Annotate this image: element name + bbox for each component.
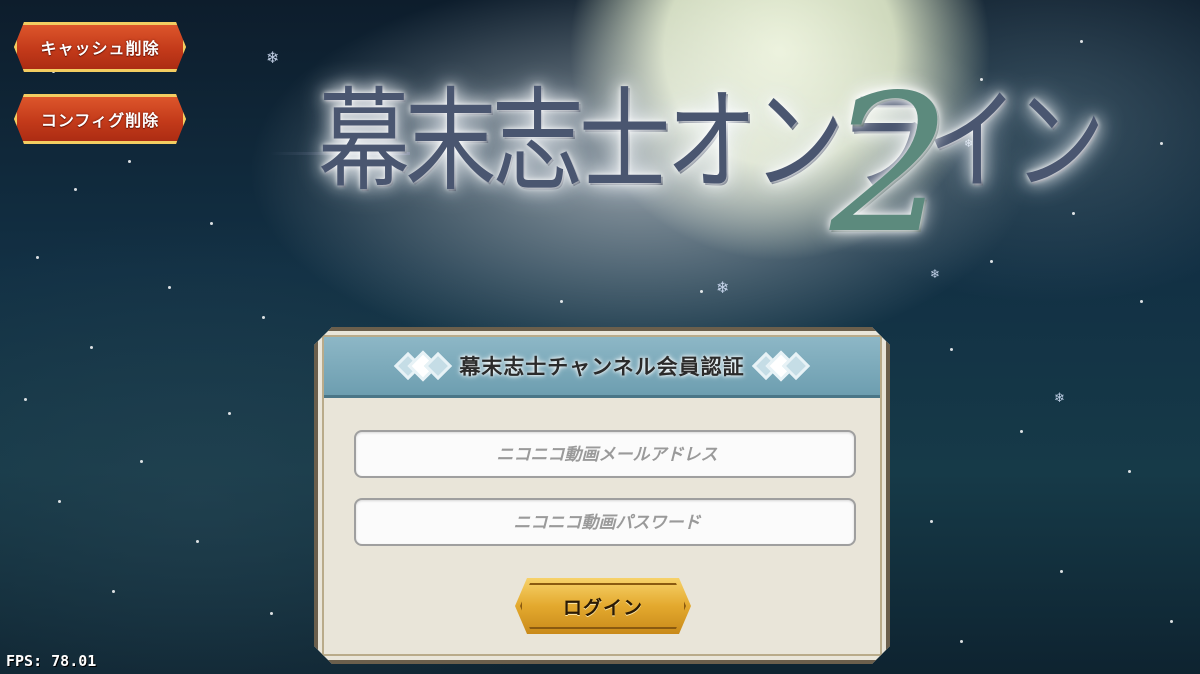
star	[24, 398, 27, 401]
panel-title: 幕末志士チャンネル会員認証	[459, 355, 745, 379]
star	[210, 222, 213, 225]
snowflake-icon: ❄	[1054, 391, 1065, 406]
star	[58, 500, 61, 503]
star	[960, 640, 963, 643]
star	[140, 460, 143, 463]
password-field[interactable]	[354, 498, 856, 546]
star	[1160, 142, 1163, 145]
star	[270, 612, 273, 615]
star	[262, 316, 265, 319]
star	[700, 290, 703, 293]
star	[1080, 40, 1083, 43]
diamond-ornament-icon	[759, 355, 803, 377]
star	[1020, 430, 1023, 433]
star	[1140, 300, 1143, 303]
password-input[interactable]	[356, 500, 858, 546]
login-button-label: ログイン	[562, 596, 643, 619]
cache-clear-button[interactable]: キャッシュ削除	[14, 22, 186, 72]
diamond-ornament-icon	[401, 355, 445, 377]
logo-title: 幕末志士オンライン	[318, 77, 1105, 207]
star	[1128, 470, 1131, 473]
login-button[interactable]: ログイン	[515, 578, 691, 634]
email-field[interactable]	[354, 430, 856, 478]
config-clear-button[interactable]: コンフィグ削除	[14, 94, 186, 144]
star	[128, 160, 131, 163]
star	[990, 260, 993, 263]
star	[930, 520, 933, 523]
snowflake-icon: ❄	[716, 278, 730, 297]
logo-number: 2	[830, 54, 951, 275]
star	[560, 300, 563, 303]
star	[168, 286, 171, 289]
email-input[interactable]	[356, 432, 858, 478]
star	[196, 540, 199, 543]
star	[1170, 620, 1173, 623]
star	[1060, 570, 1063, 573]
fps-counter: FPS: 78.01	[6, 652, 97, 670]
star	[950, 348, 953, 351]
star	[36, 256, 39, 259]
game-logo: 幕末志士オンライン 2	[270, 60, 1105, 260]
star	[1072, 212, 1075, 215]
star	[74, 188, 77, 191]
panel-header: 幕末志士チャンネル会員認証	[324, 337, 880, 398]
login-panel: 幕末志士チャンネル会員認証 ログイン	[314, 327, 890, 664]
star	[90, 346, 93, 349]
star	[112, 590, 115, 593]
star	[228, 412, 231, 415]
